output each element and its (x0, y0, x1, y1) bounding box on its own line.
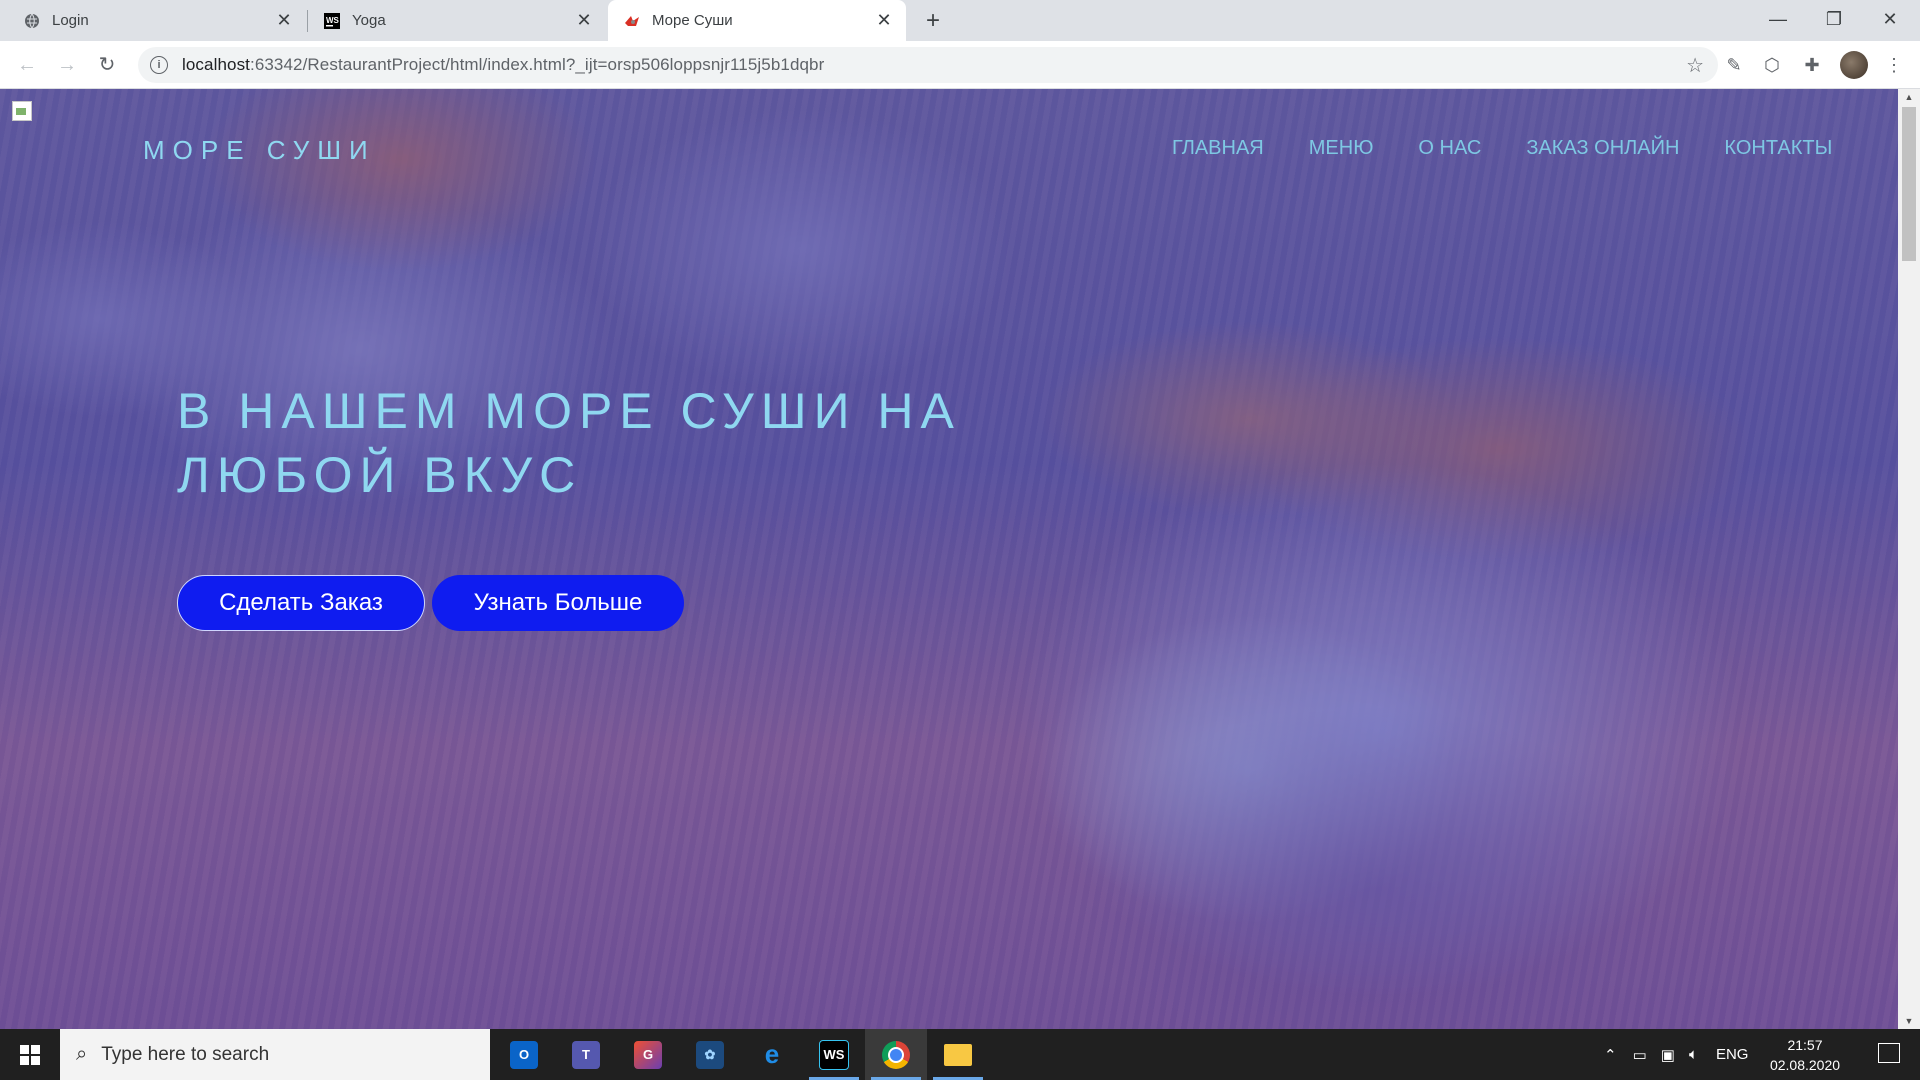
tab-login[interactable]: Login ✕ (8, 0, 306, 41)
edge-icon[interactable]: e (741, 1029, 803, 1080)
scroll-up-arrow-icon[interactable]: ▲ (1898, 89, 1920, 105)
page-viewport: МОРЕ СУШИ ГЛАВНАЯ МЕНЮ О НАС ЗАКАЗ ОНЛАЙ… (0, 89, 1898, 1029)
windows-taskbar: ⌕ Type here to search O T G ✿ e WS ⌃ ▭ ▣… (0, 1029, 1920, 1080)
nav-link-about[interactable]: О НАС (1418, 137, 1481, 160)
system-tray: ⌃ ▭ ▣ 🔈︎ ENG (1604, 1029, 1748, 1080)
reload-button[interactable]: ↻ (92, 50, 122, 80)
browser-toolbar: ← → ↻ i localhost:63342/RestaurantProjec… (0, 41, 1920, 89)
restore-button[interactable]: ❐ (1806, 0, 1862, 41)
minimize-button[interactable]: — (1750, 0, 1806, 41)
start-button[interactable] (0, 1029, 60, 1080)
globe-icon (24, 13, 40, 29)
learn-more-button[interactable]: Узнать Больше (432, 575, 684, 631)
site-logo[interactable]: МОРЕ СУШИ (143, 135, 376, 166)
hero-overlay (0, 89, 1898, 1029)
outlook-icon[interactable]: O (493, 1029, 555, 1080)
address-bar[interactable]: i localhost:63342/RestaurantProject/html… (138, 47, 1718, 83)
kebab-menu-icon[interactable]: ⋮ (1880, 51, 1908, 79)
search-placeholder: Type here to search (101, 1043, 270, 1065)
clock-time: 21:57 (1787, 1037, 1823, 1053)
webstorm-icon[interactable]: WS (803, 1029, 865, 1080)
avatar[interactable] (1840, 51, 1868, 79)
volume-icon[interactable]: 🔈︎ (1689, 1046, 1698, 1063)
close-icon[interactable]: ✕ (270, 10, 298, 31)
scroll-thumb[interactable] (1902, 107, 1916, 261)
chrome-icon[interactable] (865, 1029, 927, 1080)
search-icon: ⌕ (76, 1043, 88, 1065)
teams-icon[interactable]: T (555, 1029, 617, 1080)
tab-strip: Login ✕ WS Yoga ✕ Море Суши ✕ + — ❐ ✕ (0, 0, 1920, 41)
tab-title: Море Суши (652, 12, 733, 29)
nav-link-contacts[interactable]: КОНТАКТЫ (1724, 137, 1832, 160)
sushi-favicon (624, 13, 640, 29)
extension-shield-icon[interactable]: ⬡ (1758, 51, 1786, 79)
nav-link-menu[interactable]: МЕНЮ (1309, 137, 1374, 160)
app-icon[interactable]: ✿ (679, 1029, 741, 1080)
back-button[interactable]: ← (12, 50, 42, 80)
windows-logo-icon (20, 1044, 40, 1065)
notification-icon[interactable] (1878, 1043, 1900, 1063)
hero-title: В НАШЕМ МОРЕ СУШИ НА ЛЮБОЙ ВКУС (177, 383, 961, 503)
extension-pen-icon[interactable]: ✎ (1720, 51, 1748, 79)
info-icon[interactable]: i (150, 56, 168, 74)
bookmark-star-icon[interactable]: ☆ (1686, 53, 1704, 78)
taskbar-search[interactable]: ⌕ Type here to search (60, 1029, 490, 1080)
chevron-up-icon[interactable]: ⌃ (1604, 1046, 1617, 1064)
make-order-button[interactable]: Сделать Заказ (177, 575, 425, 631)
url-text: localhost:63342/RestaurantProject/html/i… (182, 55, 825, 74)
nav-link-home[interactable]: ГЛАВНАЯ (1172, 137, 1264, 160)
network-icon[interactable]: ▣ (1661, 1046, 1675, 1064)
tab-title: Login (52, 12, 89, 29)
svg-text:WS: WS (326, 16, 340, 25)
close-icon[interactable]: ✕ (570, 10, 598, 31)
tab-title: Yoga (352, 12, 386, 29)
page-scrollbar[interactable]: ▲ ▼ (1898, 89, 1920, 1029)
puzzle-icon[interactable]: ✚ (1798, 51, 1826, 79)
close-icon[interactable]: ✕ (870, 10, 898, 31)
new-tab-button[interactable]: + (918, 6, 948, 36)
tab-yoga[interactable]: WS Yoga ✕ (308, 0, 606, 41)
close-window-button[interactable]: ✕ (1862, 0, 1918, 41)
tab-more-sushi[interactable]: Море Суши ✕ (608, 0, 906, 41)
broken-image-icon (12, 101, 32, 121)
forward-button[interactable]: → (52, 50, 82, 80)
battery-icon[interactable]: ▭ (1633, 1046, 1647, 1064)
webstorm-icon: WS (324, 12, 340, 29)
nav-link-order-online[interactable]: ЗАКАЗ ОНЛАЙН (1526, 137, 1679, 160)
main-nav: ГЛАВНАЯ МЕНЮ О НАС ЗАКАЗ ОНЛАЙН КОНТАКТЫ (1172, 137, 1877, 160)
clock[interactable]: 21:57 02.08.2020 (1760, 1035, 1850, 1075)
git-icon[interactable]: G (617, 1029, 679, 1080)
scroll-down-arrow-icon[interactable]: ▼ (1898, 1013, 1920, 1029)
file-explorer-icon[interactable] (927, 1029, 989, 1080)
clock-date: 02.08.2020 (1769, 1057, 1841, 1073)
language-indicator[interactable]: ENG (1716, 1046, 1749, 1063)
